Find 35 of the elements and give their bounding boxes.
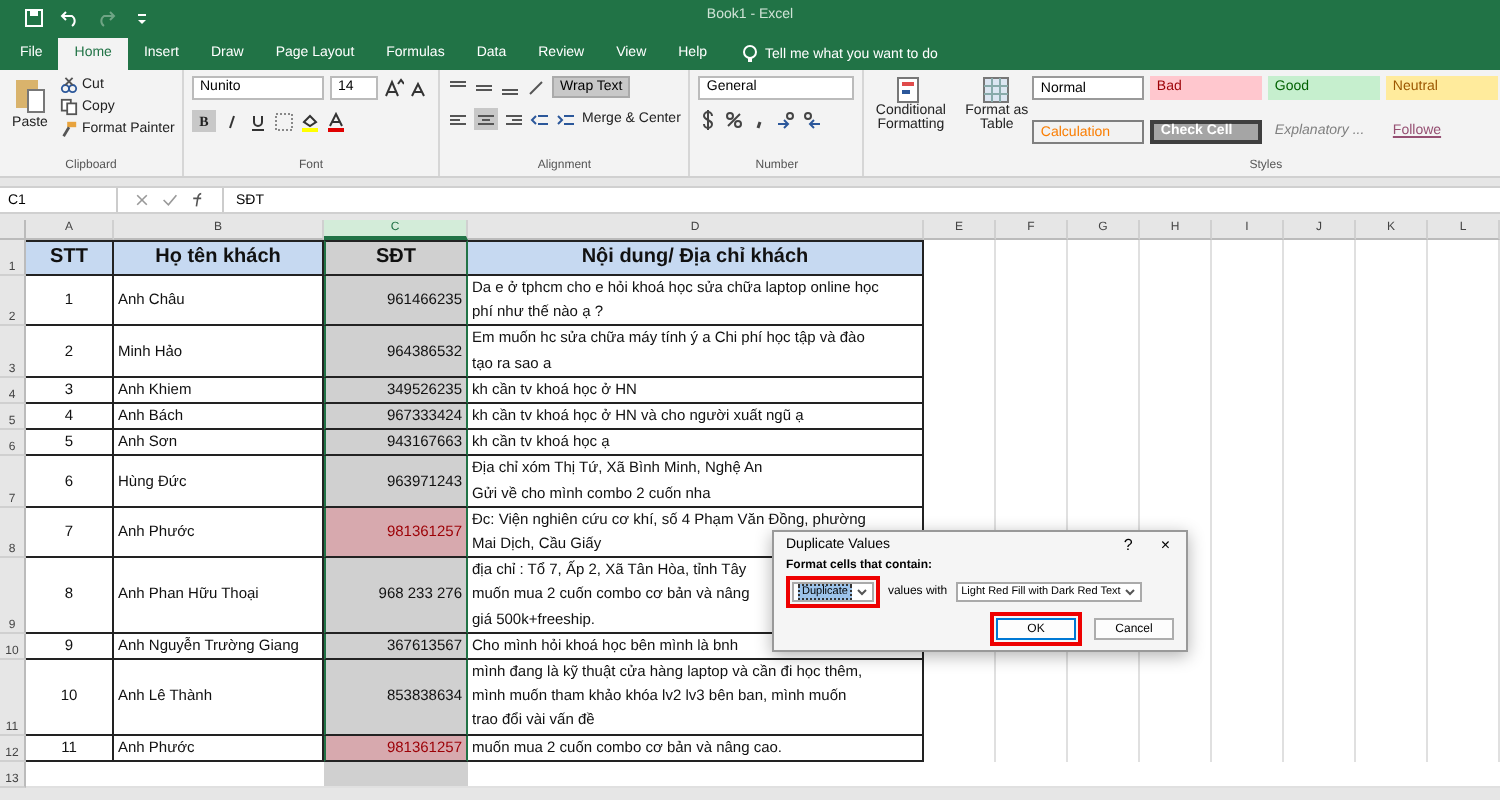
align-right-icon[interactable] [504, 109, 524, 129]
enter-icon[interactable] [162, 192, 178, 208]
align-center-button[interactable] [474, 108, 498, 130]
table-grid-icon [982, 76, 1011, 104]
decrease-decimal-icon[interactable] [802, 110, 823, 130]
grow-font-icon[interactable] [384, 78, 404, 98]
percent-icon[interactable] [724, 110, 745, 130]
caret-icon [855, 586, 868, 598]
copy-icon [60, 98, 78, 116]
help-button[interactable]: ? [1119, 536, 1137, 554]
orientation-icon[interactable] [526, 77, 546, 97]
undo-icon[interactable] [60, 7, 80, 27]
header-cell: Nội dung/ Địa chỉ khách [468, 240, 924, 276]
clipboard-icon [12, 76, 48, 116]
font-color-icon[interactable] [326, 111, 346, 131]
cancel-icon[interactable] [134, 192, 150, 208]
header-cell: SĐT [324, 240, 468, 276]
header-cell: Họ tên khách [114, 240, 324, 276]
function-icon[interactable] [190, 192, 206, 208]
paintbrush-icon [60, 120, 78, 138]
fill-color-icon[interactable] [300, 111, 320, 131]
increase-indent-icon[interactable] [556, 109, 576, 129]
increase-decimal-icon[interactable] [776, 110, 797, 130]
bar-list-icon [896, 76, 925, 104]
currency-icon[interactable] [698, 110, 719, 130]
header-cell: STT [26, 240, 114, 276]
close-button[interactable]: × [1156, 536, 1174, 554]
lightbulb-icon[interactable] [739, 44, 760, 64]
caret-icon [1124, 586, 1137, 598]
shrink-font-icon[interactable] [410, 78, 430, 98]
decrease-indent-icon[interactable] [530, 109, 550, 129]
align-left-icon[interactable] [448, 109, 468, 129]
scissors-icon [60, 76, 78, 94]
underline-icon[interactable] [248, 111, 268, 131]
save-icon[interactable] [24, 7, 44, 27]
